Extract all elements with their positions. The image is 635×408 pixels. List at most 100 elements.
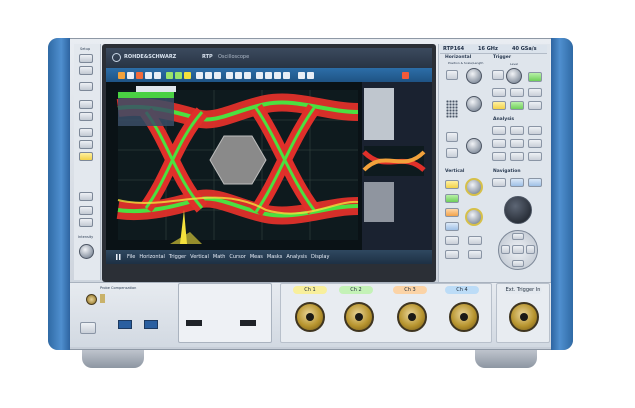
toolbar-histogram-icon[interactable]	[205, 72, 212, 79]
toolbar-signal-icon[interactable]	[283, 72, 290, 79]
menu-masks[interactable]: Masks	[267, 254, 282, 260]
side-button-8[interactable]	[79, 152, 93, 161]
trigger-button-1[interactable]	[492, 70, 504, 80]
menu-trigger[interactable]: Trigger	[169, 254, 186, 260]
power-button[interactable]	[80, 322, 96, 334]
channel-3-connector[interactable]	[397, 302, 427, 332]
trigger-single-button[interactable]	[510, 101, 524, 110]
vertical-math-button[interactable]	[445, 250, 459, 259]
vertical-ch2-button[interactable]	[445, 194, 459, 203]
analysis-button-1[interactable]	[492, 126, 506, 135]
menu-meas[interactable]: Meas	[250, 254, 263, 260]
navigation-button-3[interactable]	[528, 178, 542, 187]
toolbar-home-icon[interactable]	[118, 72, 125, 79]
toolbar-cursor-icon[interactable]	[184, 72, 191, 79]
nav-dpad-right[interactable]	[526, 245, 535, 254]
analysis-button-4[interactable]	[492, 139, 506, 148]
toolbar-undo-icon[interactable]	[145, 72, 152, 79]
horizontal-button-1[interactable]	[446, 70, 458, 80]
side-button-2[interactable]	[79, 66, 93, 75]
toolbar-print-icon[interactable]	[136, 72, 143, 79]
toolbar-redo-icon[interactable]	[154, 72, 161, 79]
side-button-4[interactable]	[79, 100, 93, 109]
menu-math[interactable]: Math	[213, 254, 226, 260]
vertical-offset-knob[interactable]	[465, 178, 483, 196]
horizontal-position-knob[interactable]	[466, 68, 482, 84]
side-button-6[interactable]	[79, 128, 93, 137]
analysis-button-6[interactable]	[528, 139, 542, 148]
navigation-button-1[interactable]	[492, 178, 506, 187]
horizontal-button-2[interactable]	[446, 132, 458, 142]
toolbar-search-icon[interactable]	[235, 72, 242, 79]
toolbar-zoom-icon[interactable]	[166, 72, 173, 79]
toolbar-ref-icon[interactable]	[244, 72, 251, 79]
nav-dpad-down[interactable]	[512, 260, 524, 267]
horizontal-resolution-knob[interactable]	[466, 138, 482, 154]
menu-vertical[interactable]: Vertical	[190, 254, 209, 260]
nav-dpad-up[interactable]	[512, 233, 524, 240]
toolbar-jitter-icon[interactable]	[274, 72, 281, 79]
toolbar-save-icon[interactable]	[127, 72, 134, 79]
side-button-9[interactable]	[79, 192, 93, 201]
menu-analysis[interactable]: Analysis	[286, 254, 307, 260]
menu-cursor[interactable]: Cursor	[229, 254, 245, 260]
side-button-7[interactable]	[79, 140, 93, 149]
intensity-knob[interactable]	[79, 244, 94, 259]
navigation-button-2[interactable]	[510, 178, 524, 187]
vertical-logic-button[interactable]	[445, 236, 459, 245]
analysis-button-5[interactable]	[510, 139, 524, 148]
menu-horizontal[interactable]: Horizontal	[139, 254, 165, 260]
ext-trigger-label: Ext. Trigger In	[504, 286, 542, 294]
vertical-ch1-button[interactable]	[445, 180, 459, 189]
trigger-run-button[interactable]	[528, 72, 542, 82]
usb-port-2[interactable]	[144, 320, 158, 329]
io-connector-2[interactable]	[240, 320, 256, 326]
trigger-button-3[interactable]	[510, 88, 524, 97]
rs-logo-icon	[112, 53, 121, 62]
nav-dpad-center[interactable]	[512, 245, 524, 254]
side-button-10[interactable]	[79, 206, 93, 215]
menu-grid-icon[interactable]	[116, 254, 122, 260]
channel-1-connector[interactable]	[295, 302, 325, 332]
side-button-5[interactable]	[79, 112, 93, 121]
menu-display[interactable]: Display	[311, 254, 329, 260]
vertical-ch3-button[interactable]	[445, 208, 459, 217]
side-button-11[interactable]	[79, 218, 93, 227]
analysis-button-7[interactable]	[492, 152, 506, 161]
side-button-3[interactable]	[79, 82, 93, 91]
horizontal-scale-knob[interactable]	[466, 96, 482, 112]
trigger-level-knob[interactable]	[506, 68, 522, 84]
toolbar-protocol-icon[interactable]	[256, 72, 263, 79]
analysis-button-9[interactable]	[528, 152, 542, 161]
navigation-rotary-knob[interactable]	[504, 196, 532, 224]
usb-port-1[interactable]	[118, 320, 132, 329]
trigger-force-button[interactable]	[492, 101, 506, 110]
horizontal-button-3[interactable]	[446, 148, 458, 158]
menu-file[interactable]: File	[127, 254, 135, 260]
io-connector-1[interactable]	[186, 320, 202, 326]
vertical-ref-button[interactable]	[468, 236, 482, 245]
trigger-button-5[interactable]	[528, 101, 542, 110]
analysis-button-8[interactable]	[510, 152, 524, 161]
channel-2-connector[interactable]	[344, 302, 374, 332]
toolbar-measure-icon[interactable]	[175, 72, 182, 79]
toolbar-eye-icon[interactable]	[265, 72, 272, 79]
toolbar-mask-icon[interactable]	[196, 72, 203, 79]
toolbar-layout-icon[interactable]	[298, 72, 305, 79]
brand-logo-text: ROHDE&SCHWARZ	[124, 54, 177, 60]
channel-4-connector[interactable]	[449, 302, 479, 332]
trigger-button-4[interactable]	[528, 88, 542, 97]
analysis-button-2[interactable]	[510, 126, 524, 135]
toolbar-record-icon[interactable]	[307, 72, 314, 79]
vertical-ch4-button[interactable]	[445, 222, 459, 231]
toolbar-close-icon[interactable]	[402, 72, 409, 79]
side-button-1[interactable]	[79, 54, 93, 63]
analysis-button-3[interactable]	[528, 126, 542, 135]
ext-trigger-connector[interactable]	[509, 302, 539, 332]
toolbar-fft-icon[interactable]	[214, 72, 221, 79]
trigger-button-2[interactable]	[492, 88, 506, 97]
nav-dpad-left[interactable]	[501, 245, 510, 254]
vertical-scale-knob[interactable]	[465, 208, 483, 226]
vertical-bus-button[interactable]	[468, 250, 482, 259]
toolbar-math-icon[interactable]	[226, 72, 233, 79]
